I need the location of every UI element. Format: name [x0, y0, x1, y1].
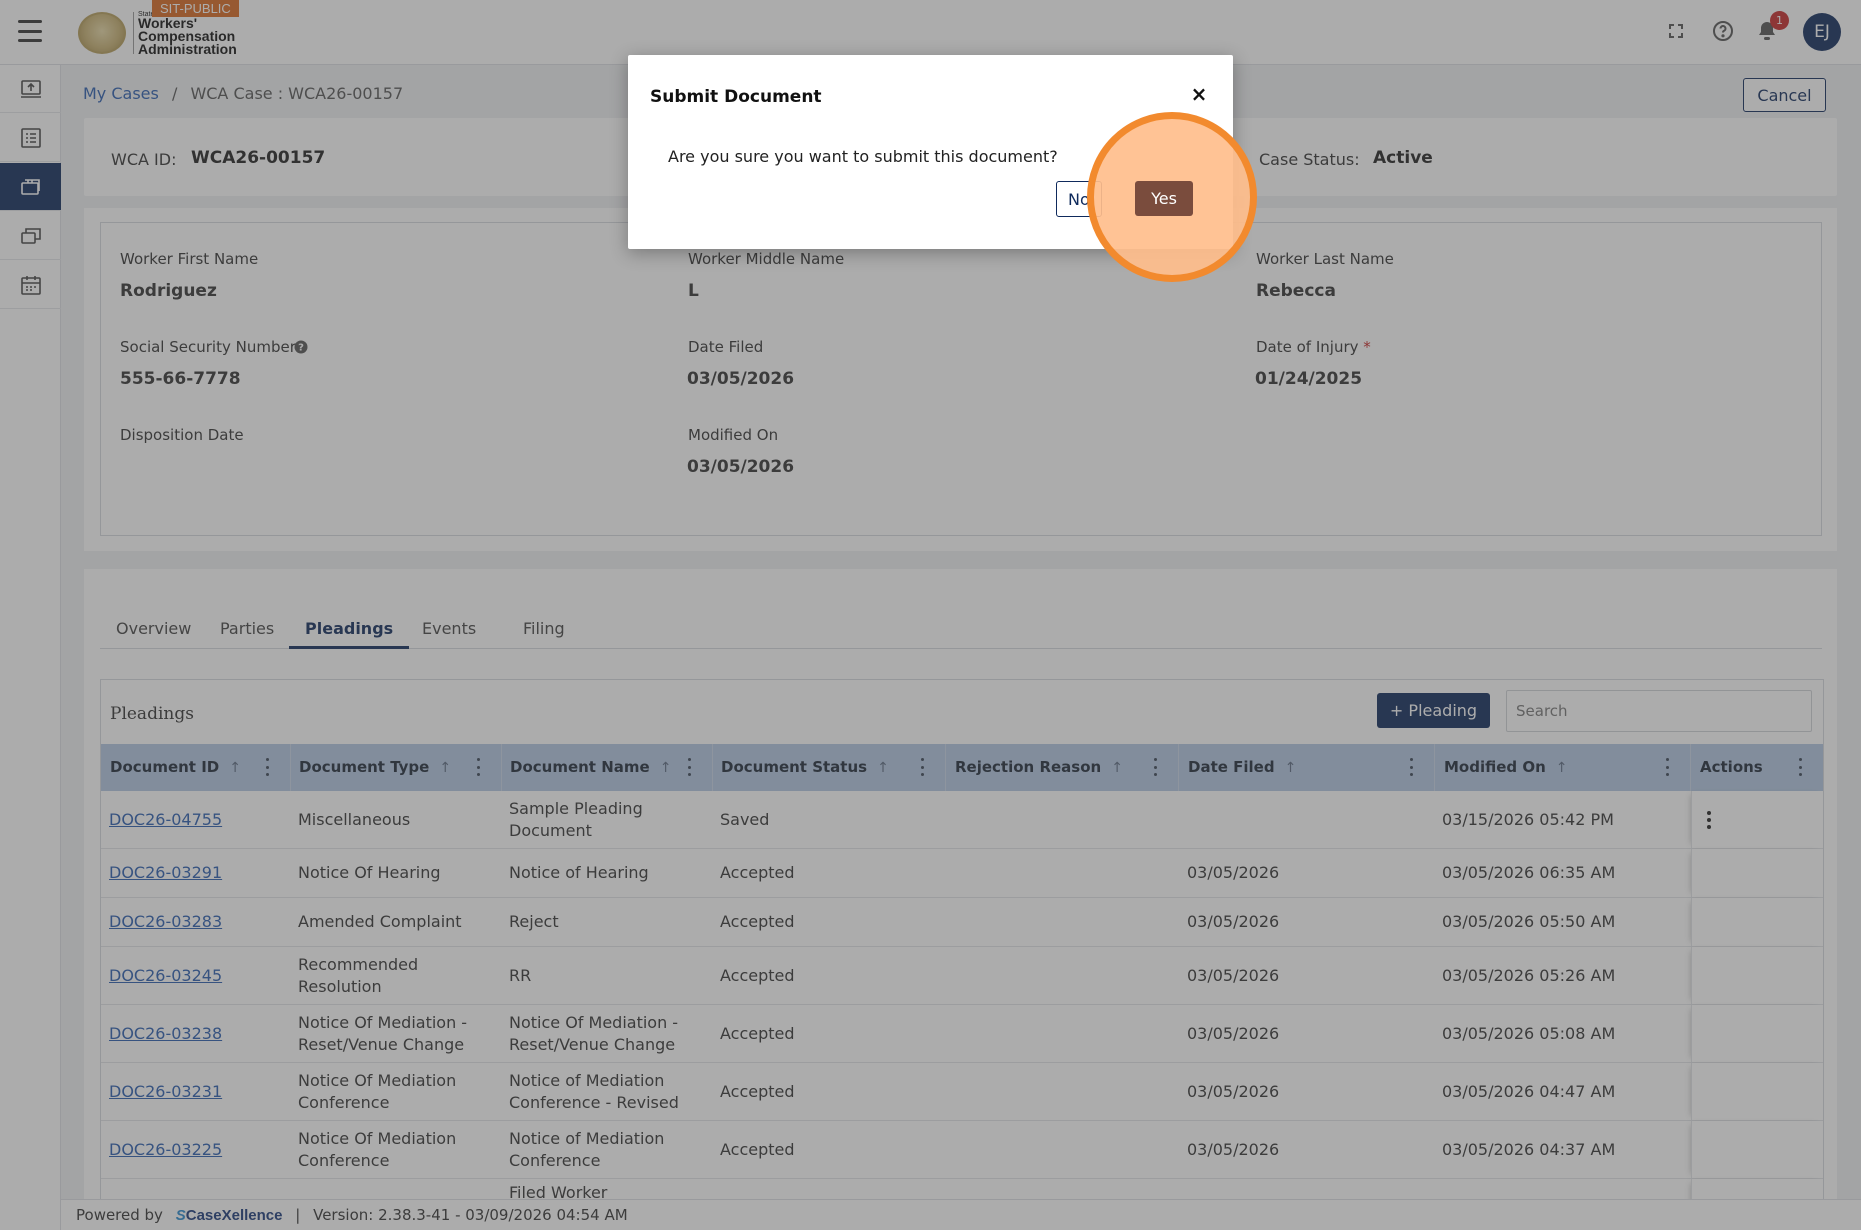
- dialog-message: Are you sure you want to submit this doc…: [668, 147, 1058, 166]
- yes-button[interactable]: Yes: [1135, 181, 1193, 216]
- close-icon[interactable]: ×: [1188, 83, 1210, 105]
- dialog-title: Submit Document: [650, 87, 822, 107]
